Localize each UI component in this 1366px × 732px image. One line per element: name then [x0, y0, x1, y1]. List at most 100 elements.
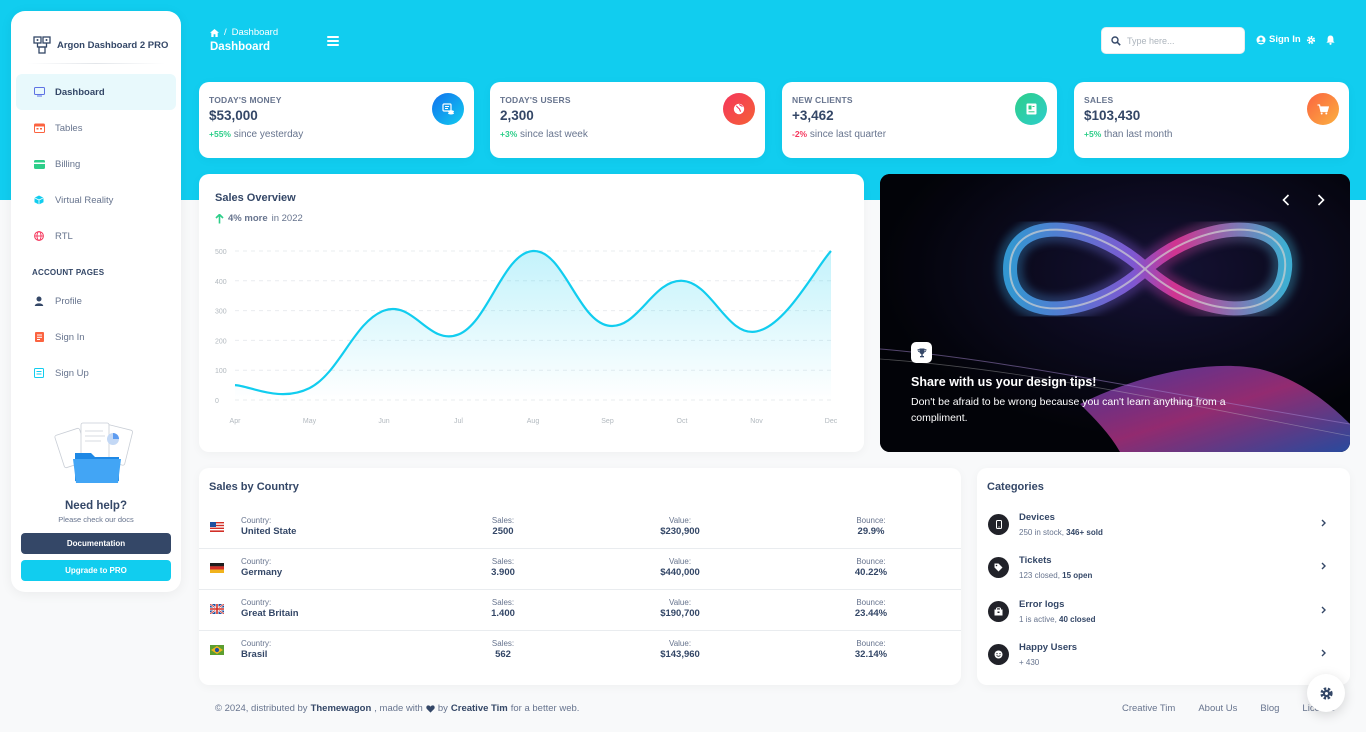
breadcrumb-separator: /: [224, 27, 227, 38]
sales-cell: Sales: 2500: [491, 516, 515, 537]
country-cell: Country: Great Britain: [241, 598, 299, 619]
carousel-text: Don't be afraid to be wrong because you …: [911, 396, 1226, 424]
y-tick-label: 500: [215, 249, 227, 256]
x-tick-label: Nov: [750, 418, 763, 425]
category-desc: 123 closed, 15 open: [1019, 571, 1093, 580]
design-tips-carousel: Share with us your design tips! Don't be…: [880, 174, 1350, 452]
category-name: Happy Users: [1019, 642, 1078, 653]
user-circle-icon: [1256, 35, 1266, 44]
collection-icon: [33, 367, 45, 379]
footer-link-about-us[interactable]: About Us: [1198, 703, 1237, 714]
brand[interactable]: Argon Dashboard 2 PRO: [11, 11, 181, 63]
sidebar-item-sign-up[interactable]: Sign Up: [16, 355, 176, 391]
table-row: Country: Germany Sales: 3.900 Value: $440,000…: [199, 549, 961, 590]
value-cell: Value: $440,000: [660, 557, 700, 578]
category-item-tickets[interactable]: Tickets 123 closed, 15 open: [988, 553, 1338, 589]
footer-link-blog[interactable]: Blog: [1260, 703, 1279, 714]
stat-footer: +55% since yesterday: [209, 129, 464, 140]
x-tick-label: Jul: [454, 418, 463, 425]
stat-value: +3,462: [792, 108, 834, 123]
sidebar-item-tables[interactable]: Tables: [16, 110, 176, 146]
y-tick-label: 300: [215, 309, 227, 316]
sidebar-item-billing[interactable]: Billing: [16, 146, 176, 182]
footer-link-creative-tim[interactable]: Creative Tim: [1122, 703, 1175, 714]
sidebar-item-rtl[interactable]: RTL: [16, 218, 176, 254]
x-tick-label: Jun: [378, 418, 389, 425]
settings-fab-button[interactable]: [1307, 674, 1345, 712]
world-icon: [33, 230, 45, 242]
stat-change: +3%: [500, 129, 518, 139]
upgrade-pro-button[interactable]: Upgrade to PRO: [21, 560, 171, 581]
brand-name: Argon Dashboard 2 PRO: [57, 39, 169, 51]
stat-period: since yesterday: [233, 129, 304, 140]
home-icon[interactable]: [210, 28, 219, 37]
sidebar-item-profile[interactable]: Profile: [16, 283, 176, 319]
bell-icon[interactable]: [1326, 35, 1335, 45]
world-icon: [723, 93, 755, 125]
x-tick-label: Dec: [825, 418, 838, 425]
footer-distributor-link[interactable]: Themewagon: [311, 703, 372, 714]
stat-label: TODAY'S MONEY: [209, 95, 282, 105]
carousel-next-icon[interactable]: [1317, 194, 1325, 206]
x-tick-label: Apr: [230, 418, 242, 425]
sidebar-item-label: Profile: [55, 295, 82, 307]
search-input[interactable]: [1127, 35, 1237, 46]
stat-period: than last month: [1104, 129, 1173, 140]
carousel-prev-icon[interactable]: [1282, 194, 1290, 206]
stat-label: NEW CLIENTS: [792, 95, 853, 105]
y-tick-label: 200: [215, 338, 227, 345]
chevron-right-icon[interactable]: [1321, 649, 1326, 657]
category-desc: 1 is active, 40 closed: [1019, 615, 1096, 624]
category-item-error-logs[interactable]: Error logs 1 is active, 40 closed: [988, 597, 1338, 633]
country-cell: Country: Brasil: [241, 639, 272, 660]
smile-icon: [988, 644, 1009, 665]
document-icon: [33, 331, 45, 343]
documentation-button[interactable]: Documentation: [21, 533, 171, 554]
sign-in-link[interactable]: Sign In: [1256, 34, 1301, 45]
chevron-right-icon[interactable]: [1321, 606, 1326, 614]
country-cell: Country: United State: [241, 516, 297, 537]
category-item-happy-users[interactable]: Happy Users + 430: [988, 640, 1338, 676]
money-coins-icon: [432, 93, 464, 125]
help-card: Need help? Please check our docs Documen…: [11, 421, 181, 581]
paper-diploma-icon: [1015, 93, 1047, 125]
value-cell: Value: $230,900: [660, 516, 700, 537]
stat-card-money: TODAY'S MONEY $53,000 +55% since yesterd…: [199, 82, 474, 158]
x-tick-label: Sep: [601, 418, 614, 425]
credit-card-icon: [33, 158, 45, 170]
stat-label: TODAY'S USERS: [500, 95, 571, 105]
menu-toggle-icon[interactable]: [327, 36, 339, 48]
gear-icon[interactable]: [1306, 35, 1316, 45]
category-name: Error logs: [1019, 599, 1065, 610]
divider: [27, 63, 165, 64]
stat-period: since last week: [520, 129, 588, 140]
sidebar-item-dashboard[interactable]: Dashboard: [16, 74, 176, 110]
search-box[interactable]: [1101, 27, 1245, 54]
stat-card-clients: NEW CLIENTS +3,462 -2% since last quarte…: [782, 82, 1057, 158]
bounce-cell: Bounce: 23.44%: [854, 598, 888, 619]
value-cell: Value: $190,700: [660, 598, 700, 619]
heart-icon: [426, 704, 435, 713]
table-row: Country: Great Britain Sales: 1.400 Value: $1…: [199, 590, 961, 631]
y-tick-label: 400: [215, 279, 227, 286]
mobile-icon: [988, 514, 1009, 535]
footer-author-link[interactable]: Creative Tim: [451, 703, 508, 714]
chevron-right-icon[interactable]: [1321, 519, 1326, 527]
x-tick-label: Aug: [527, 418, 540, 425]
app-icon: [33, 194, 45, 206]
stat-change: +5%: [1084, 129, 1102, 139]
user-icon: [33, 295, 45, 307]
chevron-right-icon[interactable]: [1321, 562, 1326, 570]
stat-footer: +5% than last month: [1084, 129, 1339, 140]
sidebar-item-virtual-reality[interactable]: Virtual Reality: [16, 182, 176, 218]
bounce-cell: Bounce: 40.22%: [854, 557, 888, 578]
category-item-devices[interactable]: Devices 250 in stock, 346+ sold: [988, 510, 1338, 546]
folder-illustration-icon: [54, 422, 133, 483]
page-title: Dashboard: [210, 41, 271, 53]
stat-footer: +3% since last week: [500, 129, 755, 140]
help-subtitle: Please check our docs: [58, 515, 134, 524]
sidebar-item-label: Tables: [55, 122, 83, 134]
x-tick-label: Oct: [677, 418, 688, 425]
sidebar-item-sign-in[interactable]: Sign In: [16, 319, 176, 355]
sign-in-label: Sign In: [1269, 34, 1301, 45]
